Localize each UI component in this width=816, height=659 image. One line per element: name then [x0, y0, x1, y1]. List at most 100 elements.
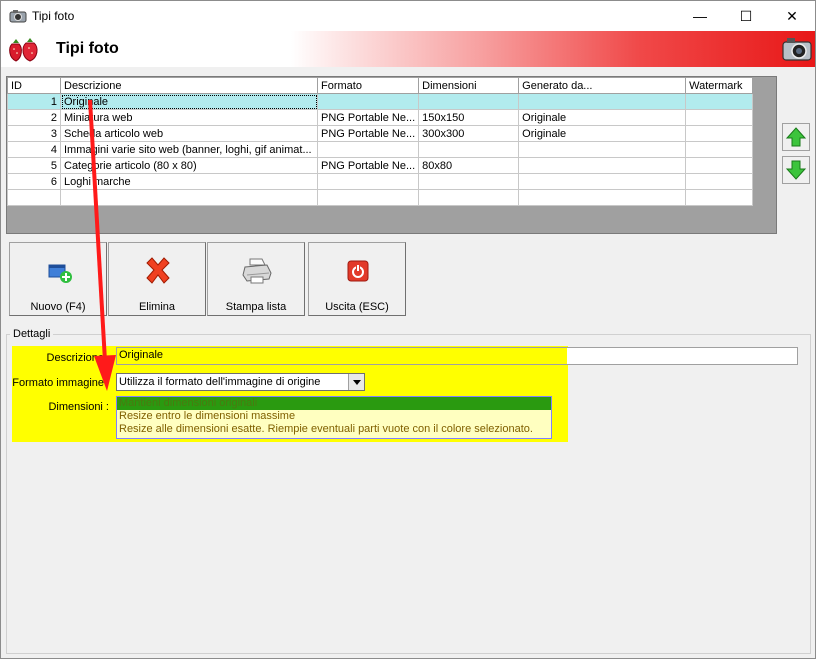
table-header-row: ID Descrizione Formato Dimensioni Genera… [7, 77, 754, 94]
table-cell-formato[interactable] [316, 141, 420, 158]
table-cell-id[interactable]: 4 [7, 141, 61, 158]
table-cell-generato[interactable]: Originale [518, 125, 687, 142]
nuovo-label: Nuovo (F4) [30, 301, 86, 313]
formato-immagine-value: Utilizza il formato dell'immagine di ori… [119, 376, 321, 388]
title-bar: Tipi foto — ☐ ✕ [1, 1, 815, 31]
table-cell-descrizione[interactable]: Categorie articolo (80 x 80) [60, 157, 318, 174]
table-row[interactable]: 2 Miniatura web PNG Portable Ne... 150x150 O… [7, 109, 754, 126]
photo-types-grid[interactable]: ID Descrizione Formato Dimensioni Genera… [6, 76, 777, 234]
arrow-up-icon [785, 127, 807, 147]
minimize-button[interactable]: — [677, 1, 723, 31]
table-cell-generato[interactable] [518, 93, 687, 110]
table-cell-dimensioni[interactable]: 80x80 [418, 157, 520, 174]
table-cell-generato[interactable] [518, 141, 687, 158]
table-row[interactable]: 4 Immagini varie sito web (banner, loghi,… [7, 141, 754, 158]
table-cell-formato[interactable]: PNG Portable Ne... [316, 109, 420, 126]
column-header-descrizione[interactable]: Descrizione [60, 77, 318, 94]
table-cell-id[interactable]: 5 [7, 157, 61, 174]
maximize-button[interactable]: ☐ [723, 1, 769, 31]
table-cell-watermark[interactable] [685, 109, 754, 126]
dimensioni-option-esatte[interactable]: Resize alle dimensioni esatte. Riempie e… [117, 423, 551, 436]
header-band: Tipi foto [1, 31, 815, 67]
maximize-icon: ☐ [739, 7, 753, 24]
close-button[interactable]: ✕ [769, 1, 815, 31]
column-header-id[interactable]: ID [7, 77, 61, 94]
elimina-label: Elimina [138, 301, 176, 313]
table-cell-formato[interactable]: PNG Portable Ne... [316, 157, 420, 174]
close-icon: ✕ [786, 7, 798, 24]
nuovo-button[interactable]: Nuovo (F4) [9, 242, 107, 316]
formato-immagine-label: Formato immagine [12, 377, 104, 389]
formato-immagine-select[interactable]: Utilizza il formato dell'immagine di ori… [116, 373, 365, 391]
move-down-button[interactable] [782, 156, 810, 184]
table-cell-dimensioni[interactable] [418, 93, 520, 110]
printer-icon [242, 258, 272, 284]
chevron-down-icon [352, 379, 361, 385]
camera-icon [782, 38, 812, 61]
table-row[interactable] [7, 189, 754, 206]
add-window-icon [48, 264, 72, 283]
table-cell-descrizione[interactable]: Immagini varie sito web (banner, loghi, … [60, 141, 318, 158]
uscita-label: Uscita (ESC) [325, 301, 389, 313]
dimensioni-option-massime[interactable]: Resize entro le dimensioni massime [117, 410, 551, 423]
uscita-button[interactable]: Uscita (ESC) [308, 242, 406, 316]
move-up-button[interactable] [782, 123, 810, 151]
dimensioni-label: Dimensioni : [48, 401, 109, 413]
table-cell-formato[interactable]: PNG Portable Ne... [316, 125, 420, 142]
table-cell-generato[interactable] [518, 157, 687, 174]
table-cell-descrizione[interactable] [60, 189, 318, 206]
formato-dropdown-button[interactable] [348, 374, 364, 390]
table-cell-descrizione[interactable]: Scheda articolo web [60, 125, 318, 142]
table-cell-watermark[interactable] [685, 173, 754, 190]
strawberry-logo-icon [9, 38, 38, 62]
table-cell-dimensioni[interactable]: 150x150 [418, 109, 520, 126]
page-title: Tipi foto [56, 40, 119, 57]
delete-x-icon [146, 257, 170, 284]
table-row[interactable]: 6 Loghi marche [7, 173, 754, 190]
descrizione-label: Descrizione [46, 352, 104, 364]
table-cell-generato[interactable] [518, 173, 687, 190]
table-cell-dimensioni[interactable]: 300x300 [418, 125, 520, 142]
table-cell-watermark[interactable] [685, 141, 754, 158]
table-cell-formato[interactable] [316, 93, 420, 110]
dimensioni-option-originali[interactable]: Mantieni dimensioni originali [117, 397, 551, 410]
minimize-icon: — [693, 8, 707, 24]
table-cell-watermark[interactable] [685, 125, 754, 142]
table-cell-id[interactable]: 3 [7, 125, 61, 142]
table-cell-watermark[interactable] [685, 93, 754, 110]
table-row[interactable]: 3 Scheda articolo web PNG Portable Ne... 30… [7, 125, 754, 142]
dimensioni-listbox[interactable]: Mantieni dimensioni originali Resize ent… [116, 396, 552, 439]
table-row[interactable]: 1 Originale [7, 93, 754, 110]
table-cell-id[interactable] [7, 189, 61, 206]
table-cell-descrizione[interactable]: Miniatura web [60, 109, 318, 126]
table-cell-descrizione[interactable]: Loghi marche [60, 173, 318, 190]
stampa-label: Stampa lista [225, 301, 287, 313]
column-header-formato[interactable]: Formato [316, 77, 420, 94]
table-cell-generato[interactable]: Originale [518, 109, 687, 126]
window-title: Tipi foto [32, 9, 75, 23]
table-cell-dimensioni[interactable] [418, 173, 520, 190]
column-header-dimensioni[interactable]: Dimensioni [418, 77, 520, 94]
table-cell-id[interactable]: 1 [7, 93, 61, 110]
table-cell-dimensioni[interactable] [418, 189, 520, 206]
table-row[interactable]: 5 Categorie articolo (80 x 80) PNG Portabl… [7, 157, 754, 174]
table-cell-descrizione[interactable]: Originale [60, 93, 318, 110]
table-cell-watermark[interactable] [685, 189, 754, 206]
table-cell-watermark[interactable] [685, 157, 754, 174]
column-header-watermark[interactable]: Watermark [685, 77, 754, 94]
table-cell-formato[interactable] [316, 189, 420, 206]
descrizione-input[interactable]: Originale [116, 347, 798, 365]
app-window: Tipi foto — ☐ ✕ Tipi foto ID Descrizione… [0, 0, 816, 659]
details-legend: Dettagli [10, 328, 54, 340]
camera-icon [9, 10, 27, 23]
table-cell-dimensioni[interactable] [418, 141, 520, 158]
column-header-generato[interactable]: Generato da... [518, 77, 687, 94]
table-cell-id[interactable]: 2 [7, 109, 61, 126]
photo-types-table[interactable]: ID Descrizione Formato Dimensioni Genera… [7, 77, 754, 206]
table-cell-generato[interactable] [518, 189, 687, 206]
elimina-button[interactable]: Elimina [108, 242, 206, 316]
power-icon [347, 260, 369, 282]
stampa-lista-button[interactable]: Stampa lista [207, 242, 305, 316]
table-cell-formato[interactable] [316, 173, 420, 190]
table-cell-id[interactable]: 6 [7, 173, 61, 190]
